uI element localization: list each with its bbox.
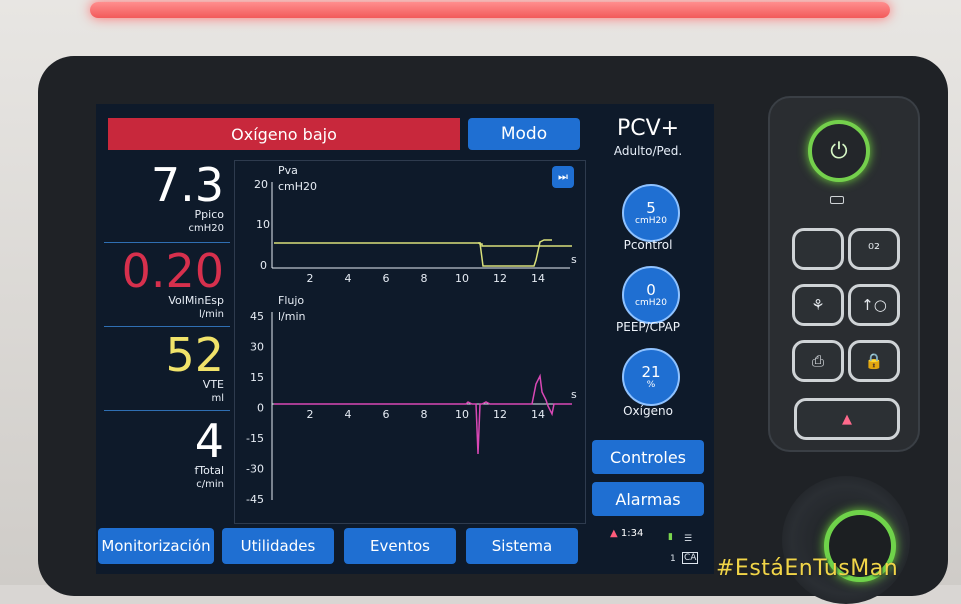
flow-y-tick: -45	[246, 493, 264, 506]
pressure-tick-20: 20	[254, 178, 268, 191]
alarm-silence-button[interactable]: ▲	[794, 398, 900, 440]
pcontrol-label: Pcontrol	[623, 238, 673, 252]
flow-x-tick: 10	[455, 408, 469, 421]
indicator-1: 1	[670, 554, 676, 564]
flow-x-tick: 14	[531, 408, 545, 421]
flow-y-tick: 30	[250, 341, 264, 354]
pressure-trace-breath	[478, 239, 552, 267]
oxygen-label: Oxígeno	[623, 404, 673, 418]
o2-flush-button[interactable]: ⁰²	[848, 228, 900, 270]
alarmas-button[interactable]: Alarmas	[592, 482, 704, 516]
tab-sistema[interactable]: Sistema	[466, 528, 578, 564]
flow-x-tick: 12	[493, 408, 507, 421]
peep-value: 0	[646, 280, 656, 299]
battery-led-icon	[830, 196, 844, 204]
blank-hw-button[interactable]	[792, 228, 844, 270]
alarm-light-bar	[90, 2, 890, 18]
tab-utilidades[interactable]: Utilidades	[222, 528, 334, 564]
flow-unit: l/min	[278, 310, 306, 323]
lungs-icon: ⚘	[811, 296, 825, 314]
manual-breath-button[interactable]: ↑○	[848, 284, 900, 326]
status-indicators: ▮ 1 ☰ CA	[668, 528, 708, 566]
oxygen-unit: %	[646, 379, 656, 390]
pressure-x-tick: 6	[383, 272, 390, 285]
peep-unit: cmH20	[635, 297, 667, 308]
pressure-x-unit: s	[571, 253, 577, 266]
flow-x-ticks: 2 4 6 8 10 12 14	[307, 408, 546, 421]
battery-icon: ▮	[668, 532, 673, 542]
pressure-x-tick: 12	[493, 272, 507, 285]
flow-x-tick: 8	[421, 408, 428, 421]
tab-eventos[interactable]: Eventos	[344, 528, 456, 564]
peep-label: PEEP/CPAP	[616, 320, 680, 334]
o2-icon: ⁰²	[867, 240, 881, 258]
pressure-tick-0: 0	[260, 259, 267, 272]
status-clock: ▲ 1:34	[610, 528, 643, 539]
flow-y-tick: 45	[250, 310, 264, 323]
flow-title: Flujo	[278, 294, 304, 307]
oxygen-knob[interactable]: 21 %	[622, 348, 680, 406]
lock-icon: 🔒	[864, 352, 884, 370]
power-icon: ⏻	[830, 138, 848, 164]
clock-text: 1:34	[620, 528, 644, 539]
flow-x-tick: 2	[307, 408, 314, 421]
flow-y-tick: 0	[257, 402, 264, 415]
peep-knob[interactable]: 0 cmH20	[622, 266, 680, 324]
flow-x-tick: 4	[345, 408, 352, 421]
flow-x-unit: s	[571, 388, 577, 401]
alarm-triangle-icon: ▲	[610, 528, 618, 539]
hashtag-overlay: #EstáEnTusMan	[716, 556, 899, 581]
manual-breath-icon: ↑○	[861, 296, 887, 314]
pressure-x-tick: 4	[345, 272, 352, 285]
flow-y-tick: 15	[250, 371, 264, 384]
pressure-trace	[274, 242, 572, 247]
print-icon: ⎙	[811, 352, 824, 370]
ventilator-screen: Oxígeno bajo Modo PCV+ Adulto/Ped. 7.3 P…	[96, 104, 714, 574]
pressure-tick-10: 10	[256, 218, 270, 231]
pressure-x-tick: 14	[531, 272, 545, 285]
pressure-x-tick: 8	[421, 272, 428, 285]
controles-button[interactable]: Controles	[592, 440, 704, 474]
print-button[interactable]: ⎙	[792, 340, 844, 382]
flow-y-tick: -30	[246, 463, 264, 476]
pressure-x-ticks: 2 4 6 8 10 12 14	[307, 272, 546, 285]
flow-y-ticks: 45 30 15 0 -15 -30 -45	[246, 310, 264, 506]
pressure-x-tick: 2	[307, 272, 314, 285]
pcontrol-value: 5	[646, 198, 656, 217]
tab-monitorizacion[interactable]: Monitorización	[98, 528, 214, 564]
power-button[interactable]: ⏻	[808, 120, 870, 182]
pressure-x-tick: 10	[455, 272, 469, 285]
pcontrol-knob[interactable]: 5 cmH20	[622, 184, 680, 242]
flow-y-tick: -15	[246, 432, 264, 445]
network-icon: ☰	[684, 534, 693, 544]
indicator-ca: CA	[682, 552, 699, 564]
pressure-title: Pva	[278, 164, 298, 177]
pcontrol-unit: cmH20	[635, 215, 667, 226]
oxygen-value: 21	[641, 362, 661, 381]
lock-button[interactable]: 🔒	[848, 340, 900, 382]
alarm-silence-icon: ▲	[842, 411, 852, 427]
flow-x-tick: 6	[383, 408, 390, 421]
pressure-unit: cmH20	[278, 180, 317, 193]
lungs-button[interactable]: ⚘	[792, 284, 844, 326]
